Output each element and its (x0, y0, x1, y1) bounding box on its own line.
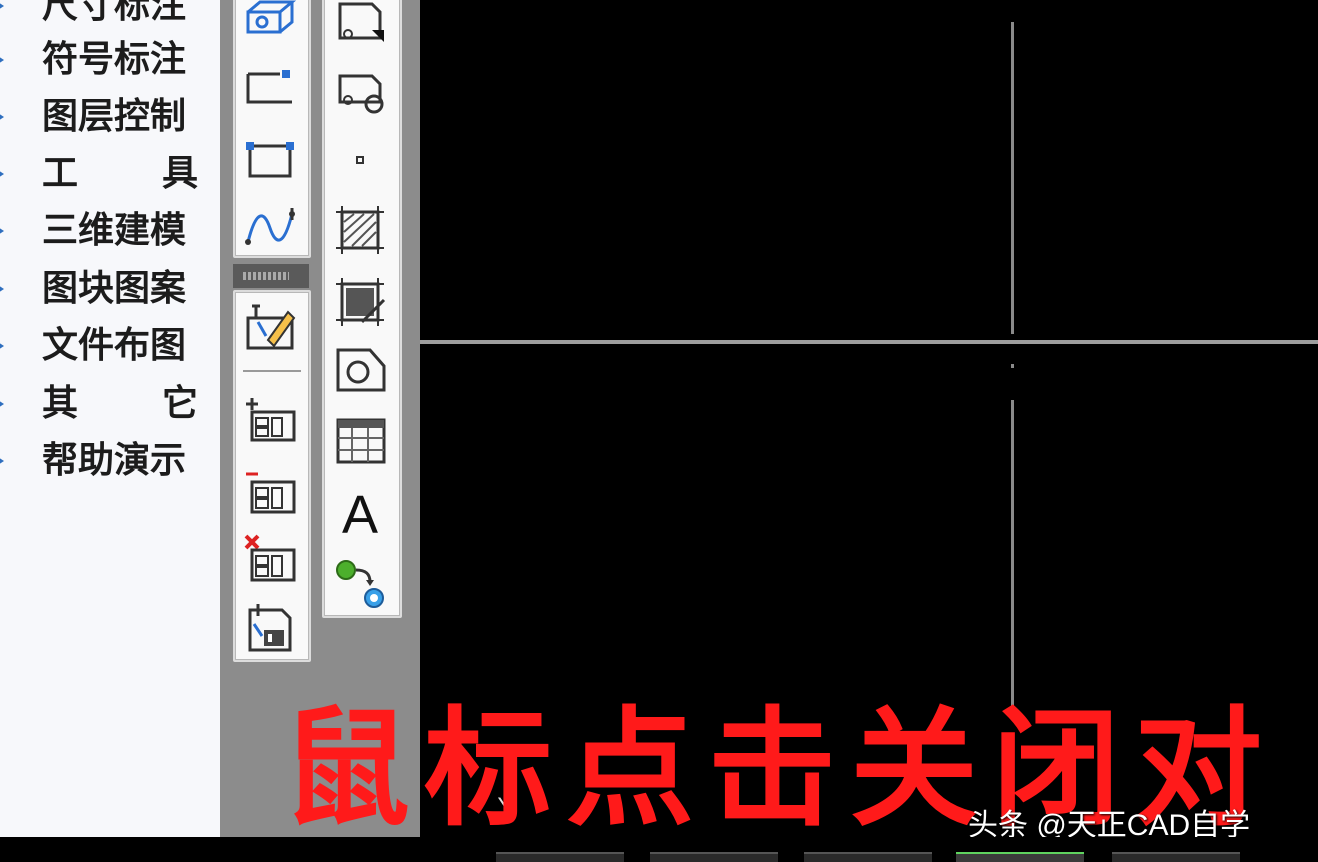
menu-item-label: 符号标注 (42, 39, 187, 80)
3d-box-button[interactable] (240, 0, 300, 46)
hatch-edit-button[interactable] (330, 272, 390, 330)
layout-tab[interactable] (650, 852, 778, 862)
match-props-icon (336, 560, 384, 608)
crosshair-vertical-top (1011, 22, 1014, 334)
add-block-attr-button[interactable] (240, 390, 300, 448)
hatch-button[interactable] (330, 200, 390, 258)
menu-item-block[interactable]: 图块图案 (0, 261, 220, 317)
menu-item-label: 尺寸标注 (42, 0, 187, 26)
dimension-line-icon (246, 70, 292, 104)
add-block-attr-icon (246, 398, 296, 442)
menu-item-label-right: 具 (161, 153, 198, 194)
crosshair-center-mark (1011, 364, 1014, 368)
expand-arrow-icon (0, 54, 4, 66)
layout-tab[interactable] (804, 852, 932, 862)
crosshair-vertical-bottom (1011, 400, 1014, 720)
block-insert-button[interactable] (330, 0, 390, 50)
expand-arrow-icon (0, 111, 4, 123)
layout-tab-active[interactable] (956, 852, 1084, 862)
table-button[interactable] (330, 412, 390, 470)
remove-block-attr-button[interactable] (240, 462, 300, 520)
expand-arrow-icon (0, 0, 4, 12)
expand-arrow-icon (0, 398, 4, 410)
region-button[interactable] (330, 340, 390, 398)
hatch-edit-icon (336, 278, 386, 326)
save-block-icon (248, 604, 292, 652)
delete-block-attr-icon (244, 534, 296, 582)
table-icon (336, 418, 386, 464)
menu-item-dimension[interactable]: 尺寸标注 (0, 0, 220, 34)
grip-dots (243, 272, 289, 280)
save-block-button[interactable] (240, 598, 300, 656)
layout-tab[interactable] (496, 852, 624, 862)
hatch-icon (336, 206, 384, 254)
menu-item-label: 工 具 (42, 154, 198, 194)
side-menu: 尺寸标注 符号标注 图层控制 工 具 三维建模 图块图案 文件布图 其 它 帮助… (0, 0, 220, 837)
text-button[interactable]: A (330, 486, 390, 544)
point-button[interactable] (330, 132, 390, 190)
expand-arrow-icon (0, 340, 4, 352)
edit-block-button[interactable] (240, 298, 300, 356)
menu-item-other[interactable]: 其 它 (0, 376, 220, 432)
expand-arrow-icon (0, 225, 4, 237)
block-rotate-button[interactable] (330, 64, 390, 122)
spline-button[interactable] (240, 196, 300, 254)
region-icon (336, 348, 386, 392)
menu-item-label: 帮助演示 (42, 440, 187, 481)
panel-separator (243, 370, 301, 372)
menu-item-3d[interactable]: 三维建模 (0, 203, 220, 259)
menu-item-label: 文件布图 (42, 325, 187, 366)
menu-item-label: 三维建模 (42, 210, 187, 251)
delete-block-attr-button[interactable] (240, 530, 300, 588)
menu-item-tools[interactable]: 工 具 (0, 146, 220, 202)
expand-arrow-icon (0, 283, 4, 295)
match-props-button[interactable] (330, 554, 390, 612)
menu-item-file-layout[interactable]: 文件布图 (0, 318, 220, 374)
dimension-bracket-icon (246, 142, 294, 178)
expand-arrow-icon (0, 168, 4, 180)
edit-block-icon (246, 304, 296, 350)
menu-item-symbol[interactable]: 符号标注 (0, 32, 220, 88)
layout-tab[interactable] (1112, 852, 1240, 862)
point-icon (356, 156, 364, 164)
text-icon: A (341, 485, 379, 545)
menu-item-label-right: 它 (161, 383, 198, 424)
panel-grip[interactable] (233, 264, 309, 288)
crosshair-horizontal (420, 340, 1318, 344)
dimension-line-button[interactable] (240, 56, 300, 114)
menu-item-layer[interactable]: 图层控制 (0, 89, 220, 145)
block-insert-icon (338, 2, 384, 42)
menu-item-help[interactable]: 帮助演示 (0, 433, 220, 489)
3d-box-icon (246, 0, 297, 34)
menu-item-label-left: 其 (42, 383, 79, 424)
remove-block-attr-icon (246, 472, 296, 514)
menu-item-label-left: 工 (42, 153, 79, 194)
menu-item-label: 图层控制 (42, 96, 187, 137)
expand-arrow-icon (0, 455, 4, 467)
spline-icon (245, 208, 295, 245)
dimension-bracket-button[interactable] (240, 128, 300, 186)
menu-item-label: 其 它 (42, 384, 198, 424)
menu-item-label: 图块图案 (42, 268, 187, 309)
block-rotate-icon (338, 74, 384, 114)
